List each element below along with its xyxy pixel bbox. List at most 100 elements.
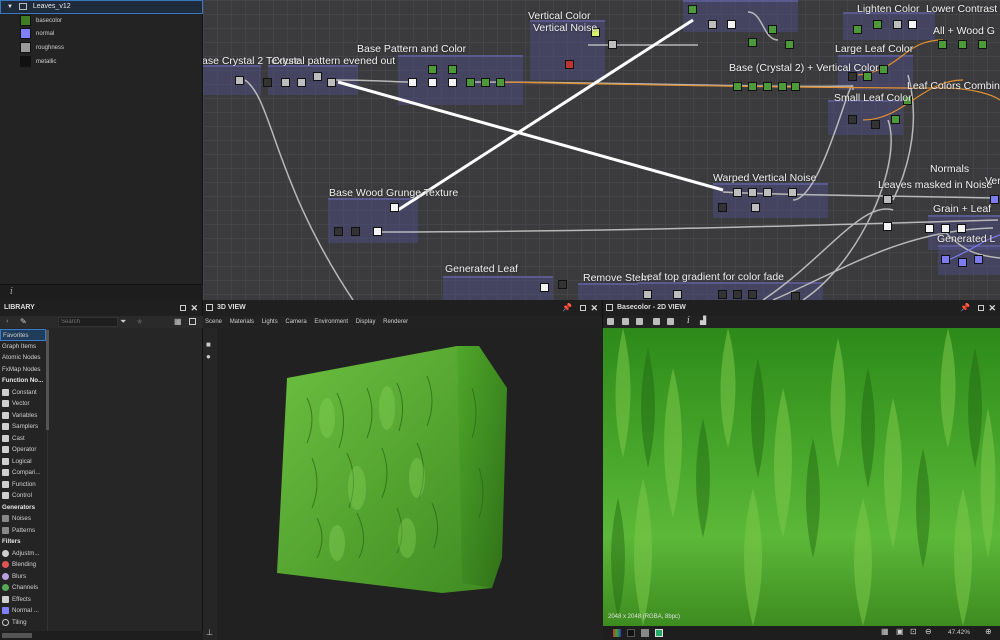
lib-cast[interactable]: Cast	[0, 433, 46, 445]
lib-variables[interactable]: Variables	[0, 410, 46, 422]
lib-vector[interactable]: Vector	[0, 398, 46, 410]
graph-node[interactable]	[313, 72, 322, 81]
graph-node[interactable]	[788, 188, 797, 197]
lib-comparison[interactable]: Compari...	[0, 467, 46, 479]
node-graph-canvas[interactable]: ase Crystal 2 Texture Crystal pattern ev…	[203, 0, 1000, 300]
library-scrollbar[interactable]	[46, 330, 49, 430]
graph-node[interactable]	[748, 188, 757, 197]
graph-node[interactable]	[791, 292, 800, 300]
grid-view-icon[interactable]: ▦	[174, 317, 182, 326]
graph-node[interactable]	[448, 65, 457, 74]
zoom-level[interactable]: 47.42%	[948, 629, 970, 636]
lib-blending[interactable]: Blending	[0, 559, 46, 571]
graph-node[interactable]	[327, 78, 336, 87]
graph-node[interactable]	[873, 20, 882, 29]
menu-lights[interactable]: Lights	[262, 319, 278, 325]
graph-node[interactable]	[558, 280, 567, 289]
copy-icon[interactable]	[636, 318, 643, 325]
graph-node[interactable]	[481, 78, 490, 87]
graph-node[interactable]	[565, 60, 574, 69]
output-basecolor[interactable]: basecolor	[20, 15, 62, 28]
graph-node[interactable]	[763, 82, 772, 91]
tile-preview-icon[interactable]	[655, 629, 663, 637]
graph-node[interactable]	[974, 255, 983, 264]
graph-tree-root[interactable]: ▼ Leaves_v12	[0, 0, 203, 14]
graph-node[interactable]	[718, 203, 727, 212]
float-panel-icon[interactable]	[978, 305, 984, 311]
graph-node[interactable]	[853, 25, 862, 34]
info-icon[interactable]: i	[687, 316, 690, 326]
graph-node[interactable]	[428, 78, 437, 87]
lib-generators-header[interactable]: Generators	[0, 502, 46, 514]
lib-function-nodes-header[interactable]: Function No...	[0, 375, 46, 387]
zoom-in-icon[interactable]: ⊕	[985, 627, 992, 636]
collapse-icon[interactable]	[189, 318, 196, 325]
graph-node[interactable]	[733, 290, 742, 299]
light-icon[interactable]: ●	[206, 352, 211, 361]
texture-preview[interactable]: 2048 x 2048 (RGBA, 8bpc)	[603, 328, 1000, 626]
fit-view-icon[interactable]	[607, 318, 614, 325]
graph-node[interactable]	[688, 5, 697, 14]
lib-graph-items[interactable]: Graph Items	[0, 341, 46, 353]
graph-node[interactable]	[958, 40, 967, 49]
graph-node[interactable]	[768, 25, 777, 34]
graph-node[interactable]	[373, 227, 382, 236]
lib-filters-header[interactable]: Filters	[0, 536, 46, 548]
menu-renderer[interactable]: Renderer	[383, 319, 408, 325]
graph-node[interactable]	[733, 82, 742, 91]
grid-icon[interactable]: ▦	[881, 627, 889, 636]
graph-node[interactable]	[883, 222, 892, 231]
graph-node[interactable]	[879, 65, 888, 74]
lib-normal[interactable]: Normal ...	[0, 605, 46, 617]
output-roughness[interactable]: roughness	[20, 42, 64, 55]
graph-node[interactable]	[466, 78, 475, 87]
lib-atomic-nodes[interactable]: Atomic Nodes	[0, 352, 46, 364]
zoom-out-icon[interactable]: ⊖	[925, 627, 932, 636]
info-icon[interactable]: i	[10, 287, 13, 297]
lib-patterns[interactable]: Patterns	[0, 525, 46, 537]
camera-icon[interactable]: ■	[206, 340, 211, 349]
lib-function[interactable]: Function	[0, 479, 46, 491]
graph-node[interactable]	[540, 283, 549, 292]
graph-node[interactable]	[957, 224, 966, 233]
graph-node[interactable]	[990, 195, 999, 204]
graph-node[interactable]	[608, 40, 617, 49]
graph-node[interactable]	[235, 76, 244, 85]
expand-arrow-icon[interactable]: ▼	[7, 4, 13, 10]
graph-node[interactable]	[408, 78, 417, 87]
graph-node[interactable]	[733, 188, 742, 197]
graph-node[interactable]	[785, 40, 794, 49]
close-icon[interactable]: ✕	[590, 300, 598, 316]
lib-control[interactable]: Control	[0, 490, 46, 502]
lib-blurs[interactable]: Blurs	[0, 571, 46, 583]
lib-channels[interactable]: Channels	[0, 582, 46, 594]
graph-node[interactable]	[297, 78, 306, 87]
histogram-icon[interactable]: ▟	[700, 316, 706, 325]
graph-node[interactable]	[891, 115, 900, 124]
graph-node[interactable]	[848, 115, 857, 124]
graph-node[interactable]	[390, 203, 399, 212]
menu-scene[interactable]: Scene	[205, 319, 222, 325]
lib-noises[interactable]: Noises	[0, 513, 46, 525]
library-bottom-scrollbar[interactable]	[0, 631, 203, 640]
graph-node[interactable]	[908, 20, 917, 29]
graph-node[interactable]	[748, 290, 757, 299]
graph-node[interactable]	[727, 20, 736, 29]
graph-node[interactable]	[871, 120, 880, 129]
graph-node[interactable]	[718, 290, 727, 299]
alpha-icon[interactable]	[627, 629, 635, 637]
graph-node[interactable]	[883, 195, 892, 204]
graph-node[interactable]	[748, 82, 757, 91]
graph-node[interactable]	[778, 82, 787, 91]
menu-camera[interactable]: Camera	[285, 319, 306, 325]
lib-samplers[interactable]: Samplers	[0, 421, 46, 433]
lib-effects[interactable]: Effects	[0, 594, 46, 606]
reset-zoom-icon[interactable]: ⊡	[910, 627, 917, 636]
graph-node[interactable]	[263, 78, 272, 87]
graph-node[interactable]	[428, 65, 437, 74]
lib-logical[interactable]: Logical	[0, 456, 46, 468]
lib-constant[interactable]: Constant	[0, 387, 46, 399]
lib-adjustments[interactable]: Adjustm...	[0, 548, 46, 560]
graph-node[interactable]	[763, 188, 772, 197]
grayscale-icon[interactable]	[641, 629, 649, 637]
